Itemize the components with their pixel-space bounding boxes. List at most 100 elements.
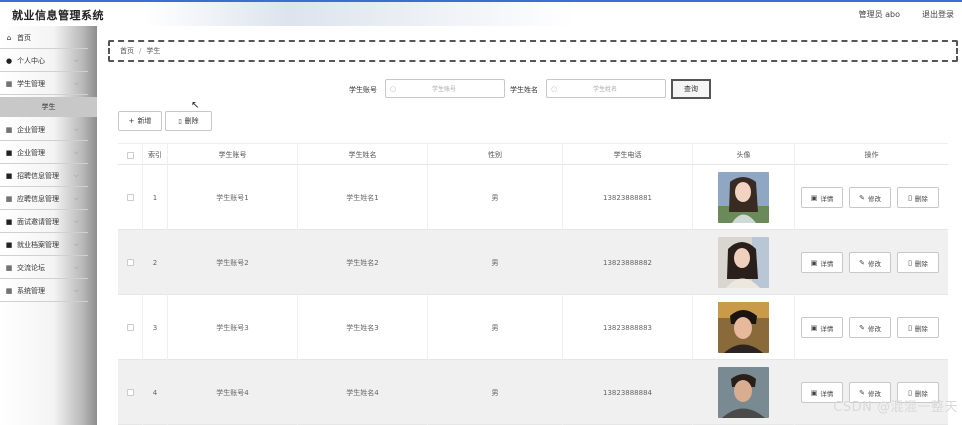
delete-button[interactable]: ▯ 删除 (897, 317, 939, 338)
table-row: 3 学生账号3 学生姓名3 男 13823888883 ▣ 详情 ✎ 修改 ▯ 删除 (118, 295, 948, 360)
chevron-down-icon: ⌵ (74, 125, 79, 133)
cell-gender: 男 (428, 165, 563, 230)
detail-icon: ▣ (810, 258, 818, 267)
avatar[interactable] (718, 172, 769, 223)
trash-icon: ▯ (178, 117, 182, 125)
chevron-up-icon: ⌵ (74, 79, 79, 87)
grid-icon: ▦ (5, 286, 13, 295)
cell-name: 学生姓名2 (298, 230, 428, 295)
name-search-input[interactable]: ○ 学生姓名 (546, 79, 666, 98)
delete-button[interactable]: ▯ 删除 (897, 187, 939, 208)
cell-phone: 13823888883 (563, 295, 693, 360)
grid-icon: ▦ (5, 125, 13, 134)
delete-button-label: 删除 (914, 324, 928, 333)
delete-button-label: 删除 (914, 194, 928, 203)
edit-button[interactable]: ✎ 修改 (849, 187, 891, 208)
select-all-checkbox[interactable] (126, 151, 134, 159)
cell-account: 学生账号3 (168, 295, 298, 360)
grid-icon: ▦ (5, 263, 13, 272)
cell-avatar (693, 295, 795, 360)
edit-button[interactable]: ✎ 修改 (849, 252, 891, 273)
detail-button-label: 详情 (820, 259, 834, 268)
sidebar-item-system[interactable]: ▦ 系统管理 ⌵ (0, 280, 88, 302)
column-header-index: 索引 (143, 144, 168, 166)
detail-button[interactable]: ▣ 详情 (801, 317, 843, 338)
batch-delete-button[interactable]: ▯ 删除 (165, 111, 212, 131)
edit-button-label: 修改 (867, 324, 881, 333)
cell-avatar (693, 360, 795, 425)
column-header-name: 学生姓名 (298, 144, 428, 166)
chevron-down-icon: ⌵ (74, 217, 79, 225)
sidebar-item-label: 交流论坛 (17, 263, 45, 272)
delete-button[interactable]: ▯ 删除 (897, 252, 939, 273)
detail-button[interactable]: ▣ 详情 (801, 252, 843, 273)
table-header: 索引 学生账号 学生姓名 性别 学生电话 头像 操作 (118, 143, 948, 166)
sidebar-item-home[interactable]: ⌂ 首页 (0, 27, 88, 49)
breadcrumb: 首页 / 学生 (108, 40, 958, 62)
detail-button[interactable]: ▣ 详情 (801, 187, 843, 208)
detail-icon: ▣ (810, 193, 818, 202)
column-header-phone: 学生电话 (563, 144, 693, 166)
add-button[interactable]: + 新增 (118, 111, 162, 131)
sidebar-item-label: 系统管理 (17, 286, 45, 295)
sidebar-item-students[interactable]: ▦ 学生管理 ⌵ (0, 73, 88, 95)
pencil-icon: ✎ (859, 323, 865, 332)
sidebar-item-label: 应聘信息管理 (17, 194, 59, 203)
detail-button-label: 详情 (820, 194, 834, 203)
account-search-input[interactable]: ○ 学生账号 (385, 79, 505, 98)
cell-actions: ▣ 详情 ✎ 修改 ▯ 删除 (795, 165, 948, 230)
sidebar-item-label: 企业管理 (17, 125, 45, 134)
trash-icon: ▯ (908, 193, 912, 202)
row-checkbox[interactable] (126, 194, 134, 201)
logout-link[interactable]: 退出登录 (922, 9, 954, 20)
grid-icon: ▦ (5, 79, 13, 88)
document-icon: ■ (5, 217, 13, 226)
chevron-down-icon: ⌵ (74, 286, 79, 294)
cell-phone: 13823888882 (563, 230, 693, 295)
sidebar-item-label: 学生管理 (17, 79, 45, 88)
sidebar-item-profile[interactable]: ● 个人中心 ⌵ (0, 50, 88, 72)
column-header-gender: 性别 (428, 144, 563, 166)
cell-actions: ▣ 详情 ✎ 修改 ▯ 删除 (795, 230, 948, 295)
sidebar-item-recruitment[interactable]: ■ 招聘信息管理 ⌵ (0, 165, 88, 187)
sidebar-item-employment-records[interactable]: ■ 就业档案管理 ⌵ (0, 234, 88, 256)
row-checkbox[interactable] (126, 389, 134, 396)
sidebar-item-companies[interactable]: ▦ 企业管理 ⌵ (0, 119, 88, 141)
avatar[interactable] (718, 237, 769, 288)
column-header-actions: 操作 (864, 151, 879, 159)
sidebar-item-forum[interactable]: ▦ 交流论坛 ⌵ (0, 257, 88, 279)
sidebar-item-applications[interactable]: ▦ 应聘信息管理 ⌵ (0, 188, 88, 210)
row-select-cell (118, 230, 143, 295)
sidebar-item-label: 面试邀请管理 (17, 217, 59, 226)
row-checkbox[interactable] (126, 259, 134, 266)
account-search-label: 学生账号 (349, 86, 377, 94)
edit-button-label: 修改 (867, 259, 881, 268)
cell-avatar (693, 165, 795, 230)
chevron-down-icon: ⌵ (74, 194, 79, 202)
chevron-down-icon: ⌵ (74, 263, 79, 271)
table-row: 2 学生账号2 学生姓名2 男 13823888882 ▣ 详情 ✎ 修改 ▯ 删除 (118, 230, 948, 295)
sidebar-item-enterprise[interactable]: ■ 企业管理 ⌵ (0, 142, 88, 164)
detail-icon: ▣ (810, 388, 818, 397)
sidebar-subitem-student[interactable]: 学生 (0, 97, 97, 117)
edit-button[interactable]: ✎ 修改 (849, 317, 891, 338)
breadcrumb-separator: / (139, 47, 142, 55)
person-icon: ● (5, 56, 13, 65)
cell-index: 4 (143, 360, 168, 425)
sidebar-item-label: 就业档案管理 (17, 240, 59, 249)
search-button[interactable]: 查询 (671, 79, 711, 99)
sidebar: ⌂ 首页 ● 个人中心 ⌵ ▦ 学生管理 ⌵ 学生 ▦ 企业管理 ⌵ ■ 企业管… (0, 26, 97, 425)
column-header-account: 学生账号 (168, 144, 298, 166)
batch-delete-button-label: 删除 (184, 117, 199, 125)
sidebar-item-label: 个人中心 (17, 56, 45, 65)
row-select-cell (118, 360, 143, 425)
breadcrumb-home[interactable]: 首页 (120, 46, 134, 56)
row-checkbox[interactable] (126, 324, 134, 331)
name-search-placeholder: 学生姓名 (593, 86, 618, 93)
detail-icon: ▣ (810, 323, 818, 332)
sidebar-item-interviews[interactable]: ■ 面试邀请管理 ⌵ (0, 211, 88, 233)
edit-button-label: 修改 (867, 194, 881, 203)
cell-name: 学生姓名3 (298, 295, 428, 360)
avatar[interactable] (718, 367, 769, 418)
avatar[interactable] (718, 302, 769, 353)
